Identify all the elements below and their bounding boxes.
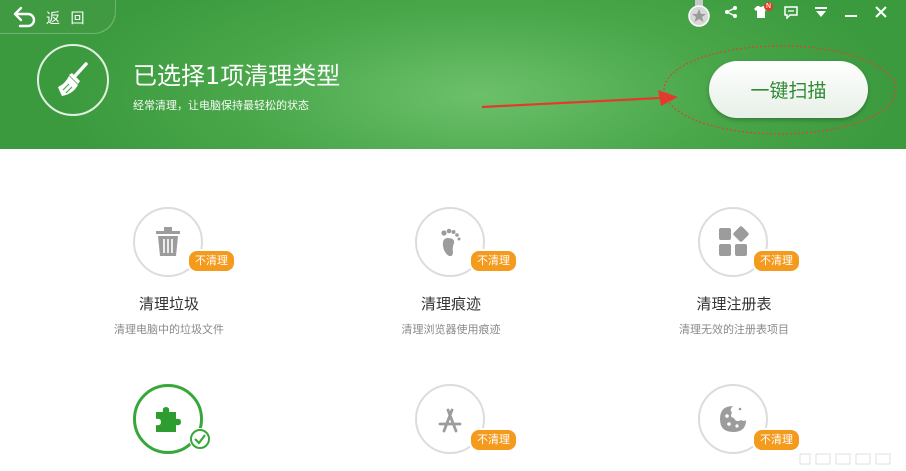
medal-icon[interactable] [687, 0, 711, 28]
close-button[interactable] [866, 2, 896, 22]
status-badge: 不清理 [469, 249, 518, 273]
cookie-icon [720, 406, 746, 432]
back-button[interactable]: 返 回 [0, 0, 116, 34]
selected-check [189, 428, 211, 450]
site-watermark [799, 453, 891, 465]
status-badge: 不清理 [469, 428, 518, 452]
broom-icon [58, 62, 88, 96]
share-icon [725, 6, 737, 18]
minimize-button[interactable] [836, 2, 866, 22]
list-item-plugins[interactable] [49, 384, 289, 471]
list-item-clean-traces[interactable]: 不清理 清理痕迹 清理浏览器使用痕迹 [331, 207, 571, 347]
share-button[interactable] [716, 2, 746, 22]
close-icon [875, 6, 887, 18]
menu-dropdown-icon [815, 7, 827, 17]
status-badge: 不清理 [187, 249, 236, 273]
puzzle-icon [156, 407, 181, 432]
registry-icon [719, 226, 749, 256]
checkmark-icon [190, 429, 210, 449]
app-store-icon [438, 408, 462, 433]
feedback-button[interactable] [776, 2, 806, 22]
item-description: 清理电脑中的垃圾文件 [114, 323, 224, 336]
item-title: 清理垃圾 [138, 295, 199, 313]
page-title: 已选择1项清理类型 [133, 62, 341, 90]
one-click-scan-button[interactable]: 一键扫描 [709, 61, 868, 118]
item-title: 清理痕迹 [420, 295, 481, 313]
trash-icon [156, 227, 180, 256]
window-toolbar: N [716, 2, 896, 22]
red-arrow-annotation [481, 90, 678, 109]
broom-badge [37, 44, 109, 116]
header-banner: 返 回 N 已选择1项清理类型 经常清理，让电脑保持最轻松的状态 一键扫描 [0, 0, 906, 149]
menu-button[interactable] [806, 2, 836, 22]
status-badge: 不清理 [752, 249, 801, 273]
minimize-icon [845, 15, 857, 17]
back-arrow-icon [13, 6, 36, 28]
item-description: 清理无效的注册表项目 [679, 323, 789, 336]
message-icon [784, 5, 798, 19]
back-label: 返 回 [46, 11, 88, 27]
page-subtitle: 经常清理，让电脑保持最轻松的状态 [133, 99, 309, 112]
footprint-icon [441, 228, 461, 257]
list-item-clean-registry[interactable]: 不清理 清理注册表 清理无效的注册表项目 [614, 207, 854, 347]
list-item-clean-junk[interactable]: 不清理 清理垃圾 清理电脑中的垃圾文件 [49, 207, 289, 347]
skin-button[interactable]: N [746, 2, 776, 22]
status-badge: 不清理 [752, 428, 801, 452]
notification-badge: N [764, 2, 773, 11]
item-description: 清理浏览器使用痕迹 [401, 323, 501, 336]
item-title: 清理注册表 [696, 295, 772, 313]
list-item-apps[interactable]: 不清理 [331, 384, 571, 471]
